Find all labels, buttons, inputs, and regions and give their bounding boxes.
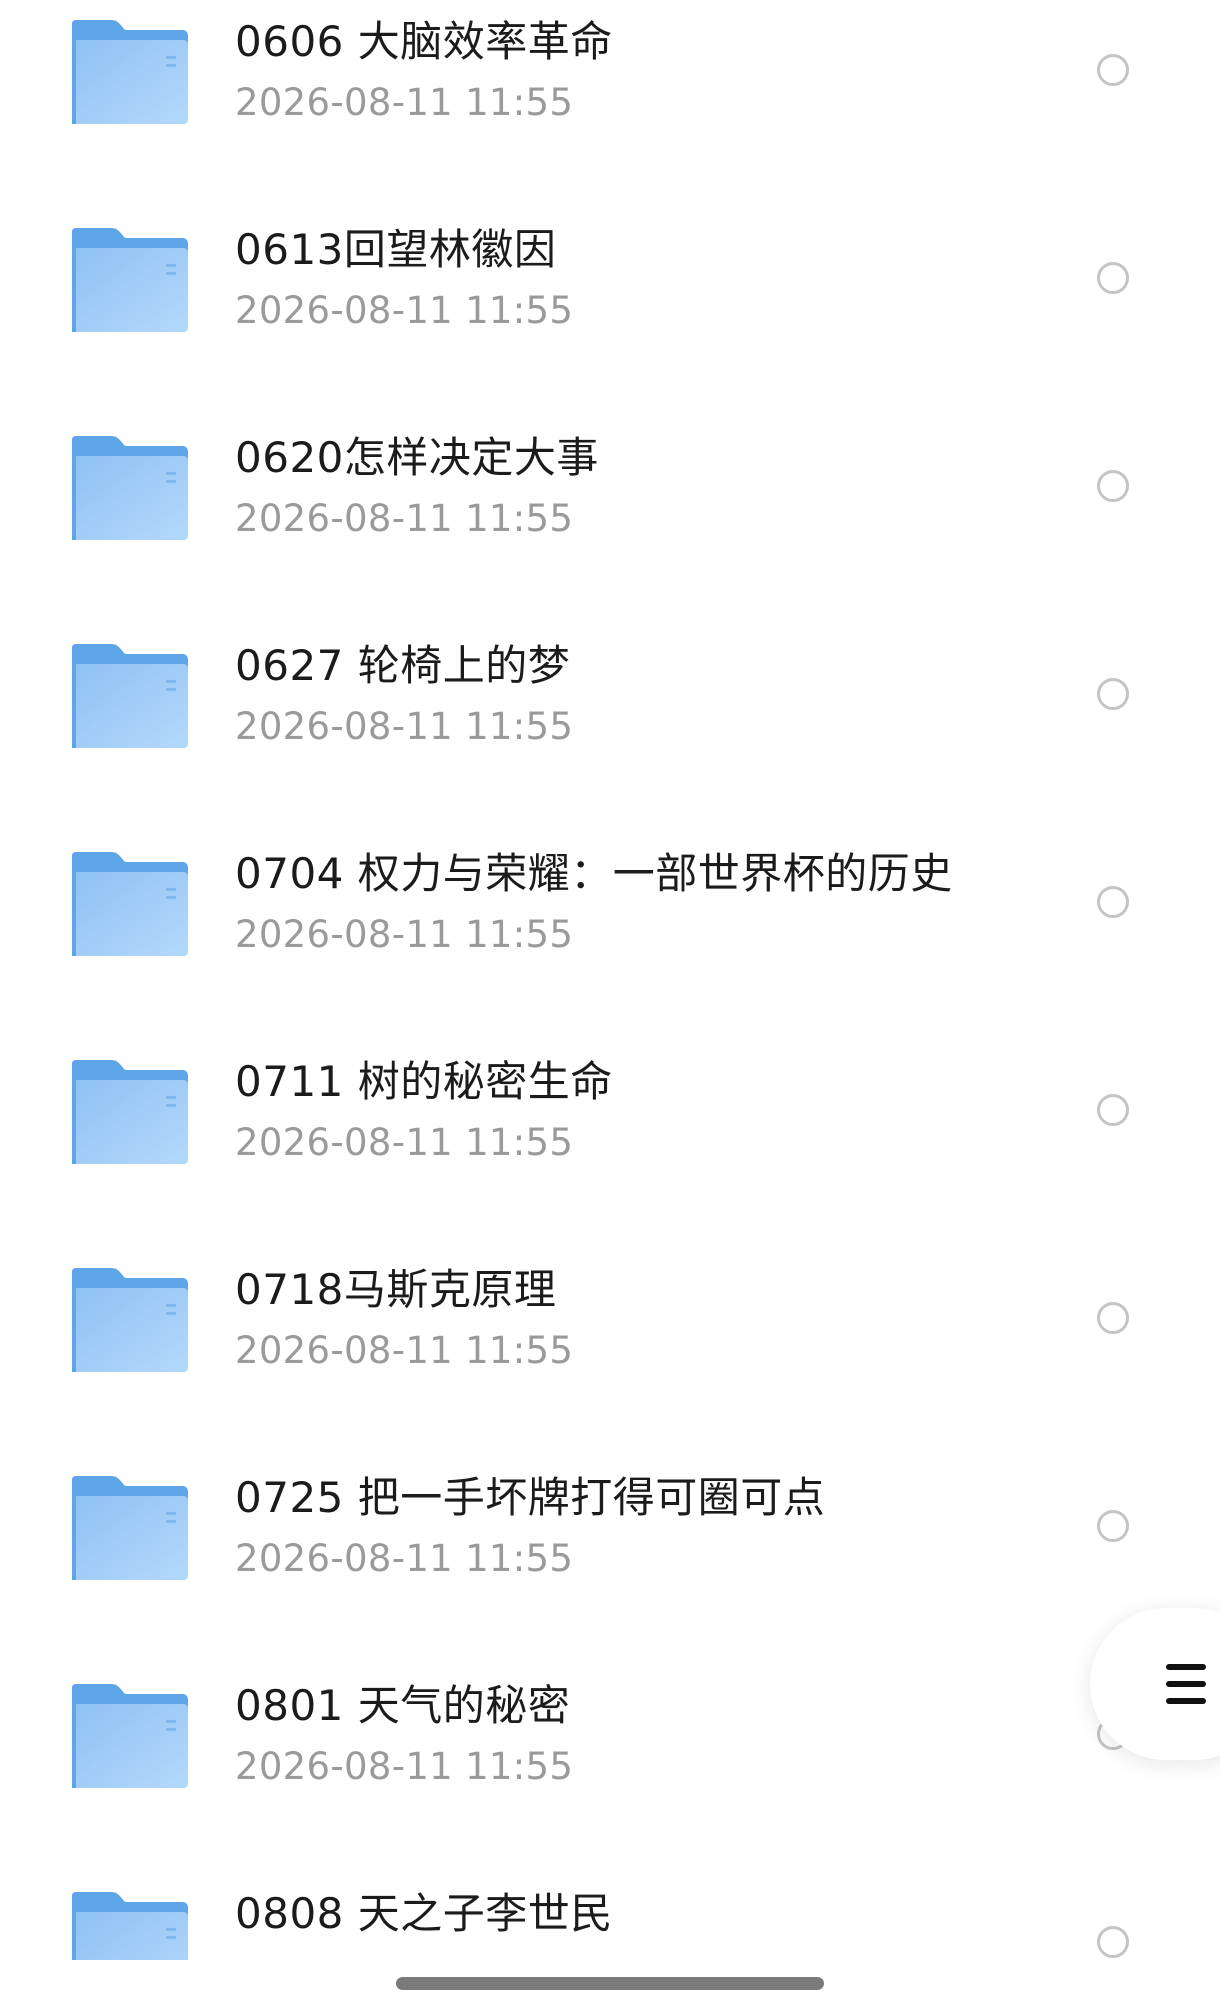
file-modified-time: 2026-08-11 11:55 (235, 1329, 574, 1372)
folder-icon (70, 226, 190, 334)
folder-icon (70, 850, 190, 958)
file-name: 0725 把一手坏牌打得可圈可点 (235, 1473, 826, 1522)
home-indicator[interactable] (396, 1977, 824, 1990)
file-name: 0606 大脑效率革命 (235, 17, 613, 66)
file-modified-time: 2026-08-11 11:55 (235, 497, 574, 540)
select-circle-icon[interactable] (1097, 54, 1129, 86)
select-circle-icon[interactable] (1097, 886, 1129, 918)
folder-icon (70, 1890, 190, 1960)
file-row[interactable]: 0627 轮椅上的梦 2026-08-11 11:55 (0, 624, 1220, 832)
menu-icon (1166, 1664, 1206, 1704)
folder-icon (70, 1682, 190, 1790)
file-row[interactable]: 0613回望林徽因 2026-08-11 11:55 (0, 208, 1220, 416)
folder-icon (70, 1058, 190, 1166)
file-modified-time: 2026-08-11 11:55 (235, 913, 574, 956)
folder-icon (70, 642, 190, 750)
file-name: 0718马斯克原理 (235, 1265, 557, 1314)
file-name: 0620怎样决定大事 (235, 433, 599, 482)
file-modified-time: 2026-08-11 11:55 (235, 1537, 574, 1580)
select-circle-icon[interactable] (1097, 1302, 1129, 1334)
file-row[interactable]: 0808 天之子李世民 (0, 1872, 1220, 1960)
file-row[interactable]: 0620怎样决定大事 2026-08-11 11:55 (0, 416, 1220, 624)
file-modified-time: 2026-08-11 11:55 (235, 1121, 574, 1164)
select-circle-icon[interactable] (1097, 1510, 1129, 1542)
select-circle-icon[interactable] (1097, 262, 1129, 294)
file-row[interactable]: 0704 权力与荣耀：一部世界杯的历史 2026-08-11 11:55 (0, 832, 1220, 1040)
select-circle-icon[interactable] (1097, 1926, 1129, 1958)
file-name: 0801 天气的秘密 (235, 1681, 571, 1730)
file-modified-time: 2026-08-11 11:55 (235, 289, 574, 332)
file-modified-time: 2026-08-11 11:55 (235, 1745, 574, 1788)
file-name: 0627 轮椅上的梦 (235, 641, 571, 690)
file-name: 0808 天之子李世民 (235, 1889, 613, 1938)
file-row[interactable]: 0725 把一手坏牌打得可圈可点 2026-08-11 11:55 (0, 1456, 1220, 1664)
file-modified-time: 2026-08-11 11:55 (235, 81, 574, 124)
file-list: 0606 大脑效率革命 2026-08-11 11:55 0613回望林徽因 2… (0, 0, 1220, 1960)
file-name: 0704 权力与荣耀：一部世界杯的历史 (235, 849, 953, 898)
select-circle-icon[interactable] (1097, 1094, 1129, 1126)
file-modified-time: 2026-08-11 11:55 (235, 705, 574, 748)
select-circle-icon[interactable] (1097, 470, 1129, 502)
file-row[interactable]: 0801 天气的秘密 2026-08-11 11:55 (0, 1664, 1220, 1872)
folder-icon (70, 1266, 190, 1374)
folder-icon (70, 434, 190, 542)
file-row[interactable]: 0711 树的秘密生命 2026-08-11 11:55 (0, 1040, 1220, 1248)
file-row[interactable]: 0718马斯克原理 2026-08-11 11:55 (0, 1248, 1220, 1456)
folder-icon (70, 1474, 190, 1582)
file-row[interactable]: 0606 大脑效率革命 2026-08-11 11:55 (0, 0, 1220, 208)
file-name: 0613回望林徽因 (235, 225, 557, 274)
file-name: 0711 树的秘密生命 (235, 1057, 613, 1106)
select-circle-icon[interactable] (1097, 678, 1129, 710)
folder-icon (70, 18, 190, 126)
